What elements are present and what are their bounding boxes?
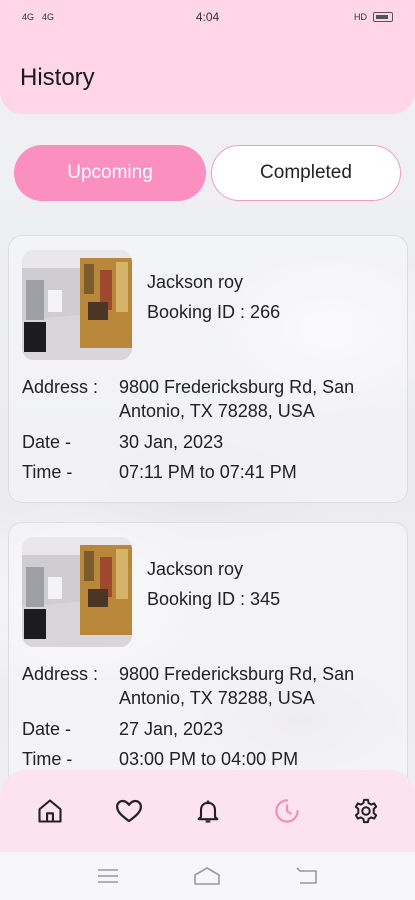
tab-upcoming[interactable]: Upcoming bbox=[14, 145, 206, 201]
address-line-1: 9800 Fredericksburg Rd, San bbox=[119, 377, 355, 397]
heart-icon bbox=[115, 799, 142, 823]
header: History bbox=[0, 34, 415, 114]
tab-completed[interactable]: Completed bbox=[211, 145, 401, 201]
date-value: 30 Jan, 2023 bbox=[119, 432, 224, 452]
page-title: History bbox=[20, 64, 95, 91]
nav-history[interactable] bbox=[265, 789, 309, 833]
history-icon bbox=[274, 799, 299, 823]
salon-image bbox=[22, 537, 132, 647]
time-label: Time - bbox=[22, 462, 73, 482]
booking-card[interactable]: Jackson roy Booking ID : 266 Address : 9… bbox=[8, 235, 408, 503]
address-value: 9800 Fredericksburg Rd, San Antonio, TX … bbox=[119, 375, 399, 423]
address-value: 9800 Fredericksburg Rd, San Antonio, TX … bbox=[119, 662, 399, 710]
address-label: Address : bbox=[22, 664, 99, 684]
address-line-2: Antonio, TX 78288, USA bbox=[119, 688, 315, 708]
date-value: 27 Jan, 2023 bbox=[119, 719, 224, 739]
bell-icon bbox=[197, 800, 218, 823]
date-label: Date - bbox=[22, 432, 72, 452]
salon-image bbox=[22, 250, 132, 360]
booking-card[interactable]: Jackson roy Booking ID : 345 Address : 9… bbox=[8, 522, 408, 802]
bottom-nav bbox=[0, 770, 415, 852]
address-label: Address : bbox=[22, 377, 99, 397]
system-nav-bar bbox=[0, 852, 415, 900]
customer-name: Jackson roy bbox=[147, 272, 244, 292]
time-label: Time - bbox=[22, 749, 73, 769]
nav-settings[interactable] bbox=[344, 789, 388, 833]
status-time: 4:04 bbox=[195, 10, 220, 24]
time-value: 07:11 PM to 07:41 PM bbox=[119, 462, 297, 482]
address-line-1: 9800 Fredericksburg Rd, San bbox=[119, 664, 355, 684]
time-value: 03:00 PM to 04:00 PM bbox=[119, 749, 299, 769]
address-line-2: Antonio, TX 78288, USA bbox=[119, 401, 315, 421]
booking-id: Booking ID : 266 bbox=[147, 302, 281, 322]
settings-icon bbox=[354, 798, 377, 824]
date-label: Date - bbox=[22, 719, 72, 739]
status-bar: 4G 4G 4:04 HD bbox=[0, 0, 415, 34]
nav-notifications[interactable] bbox=[186, 789, 230, 833]
booking-id: Booking ID : 345 bbox=[147, 589, 281, 609]
home-button-icon[interactable] bbox=[193, 866, 221, 886]
customer-name: Jackson roy bbox=[147, 559, 244, 579]
nav-home[interactable] bbox=[28, 789, 72, 833]
menu-icon[interactable] bbox=[97, 868, 119, 884]
nav-favorites[interactable] bbox=[107, 789, 151, 833]
back-icon[interactable] bbox=[296, 867, 318, 885]
battery-icon bbox=[373, 12, 393, 22]
home-icon bbox=[37, 799, 62, 823]
